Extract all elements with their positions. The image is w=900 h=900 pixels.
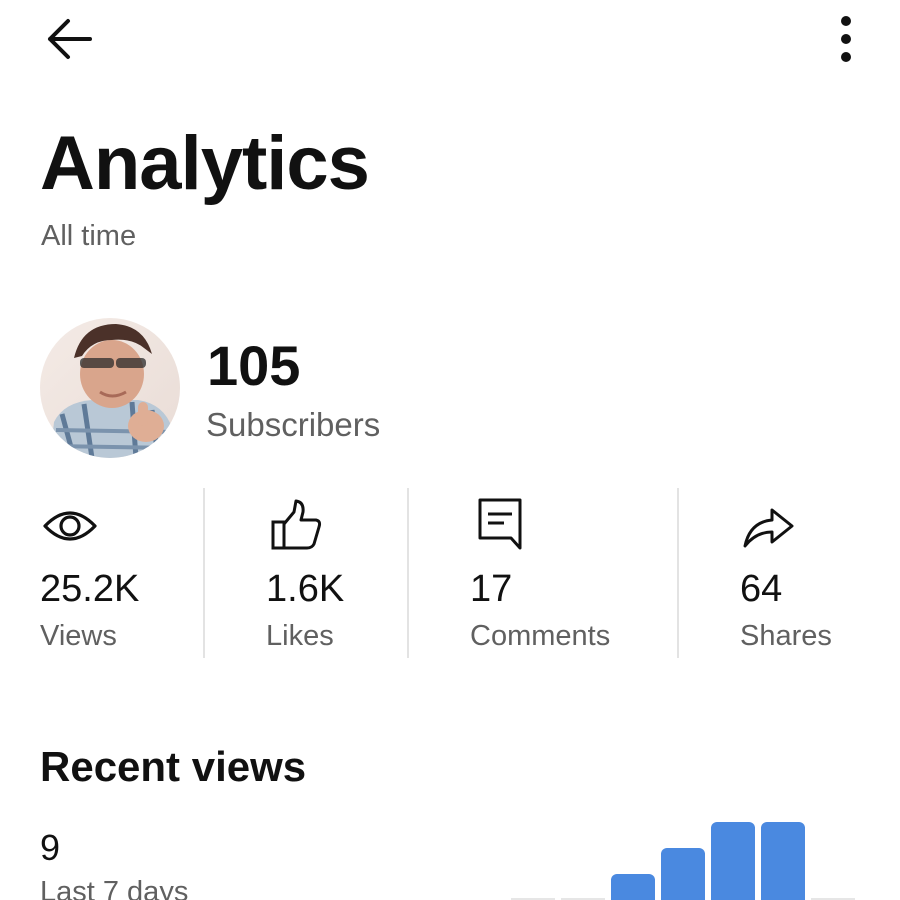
eye-icon — [43, 511, 97, 541]
stats-row: 25.2K Views 1.6K Likes 17 Comments 64 Sh… — [0, 488, 900, 658]
avatar[interactable] — [40, 318, 180, 458]
chart-bar — [761, 822, 805, 900]
chart-bar — [711, 822, 755, 900]
views-value: 25.2K — [40, 568, 140, 610]
stat-divider — [203, 488, 205, 658]
views-label: Views — [40, 620, 117, 652]
recent-views-chart[interactable] — [508, 812, 868, 900]
chart-bar — [611, 874, 655, 900]
share-icon — [743, 508, 794, 548]
time-range-label: All time — [41, 220, 137, 252]
shares-value: 64 — [740, 568, 783, 610]
stat-divider — [677, 488, 679, 658]
stat-comments[interactable]: 17 Comments — [470, 488, 670, 658]
more-vertical-icon — [841, 16, 851, 62]
subscriber-count: 105 — [207, 334, 301, 397]
shares-label: Shares — [740, 620, 832, 652]
avatar-photo — [40, 318, 180, 458]
comment-icon — [478, 498, 522, 550]
likes-value: 1.6K — [266, 568, 345, 610]
likes-label: Likes — [266, 620, 334, 652]
analytics-screen: Analytics All time 105 Subscribers 25.2K… — [0, 0, 900, 900]
page-title: Analytics — [40, 121, 370, 206]
recent-views-period: Last 7 days — [40, 876, 189, 900]
stat-shares[interactable]: 64 Shares — [740, 488, 880, 658]
stat-divider — [407, 488, 409, 658]
recent-views-count: 9 — [40, 827, 61, 868]
back-button[interactable] — [36, 12, 100, 66]
stat-likes[interactable]: 1.6K Likes — [266, 488, 406, 658]
comments-value: 17 — [470, 568, 513, 610]
recent-views-title: Recent views — [40, 743, 307, 790]
recent-views-bars — [511, 822, 855, 900]
subscriber-label: Subscribers — [206, 406, 381, 443]
stat-views[interactable]: 25.2K Views — [40, 488, 200, 658]
chart-bar — [661, 848, 705, 900]
arrow-left-icon — [48, 19, 92, 59]
more-options-button[interactable] — [818, 10, 874, 68]
comments-label: Comments — [470, 620, 611, 652]
thumbs-up-icon — [271, 499, 322, 550]
